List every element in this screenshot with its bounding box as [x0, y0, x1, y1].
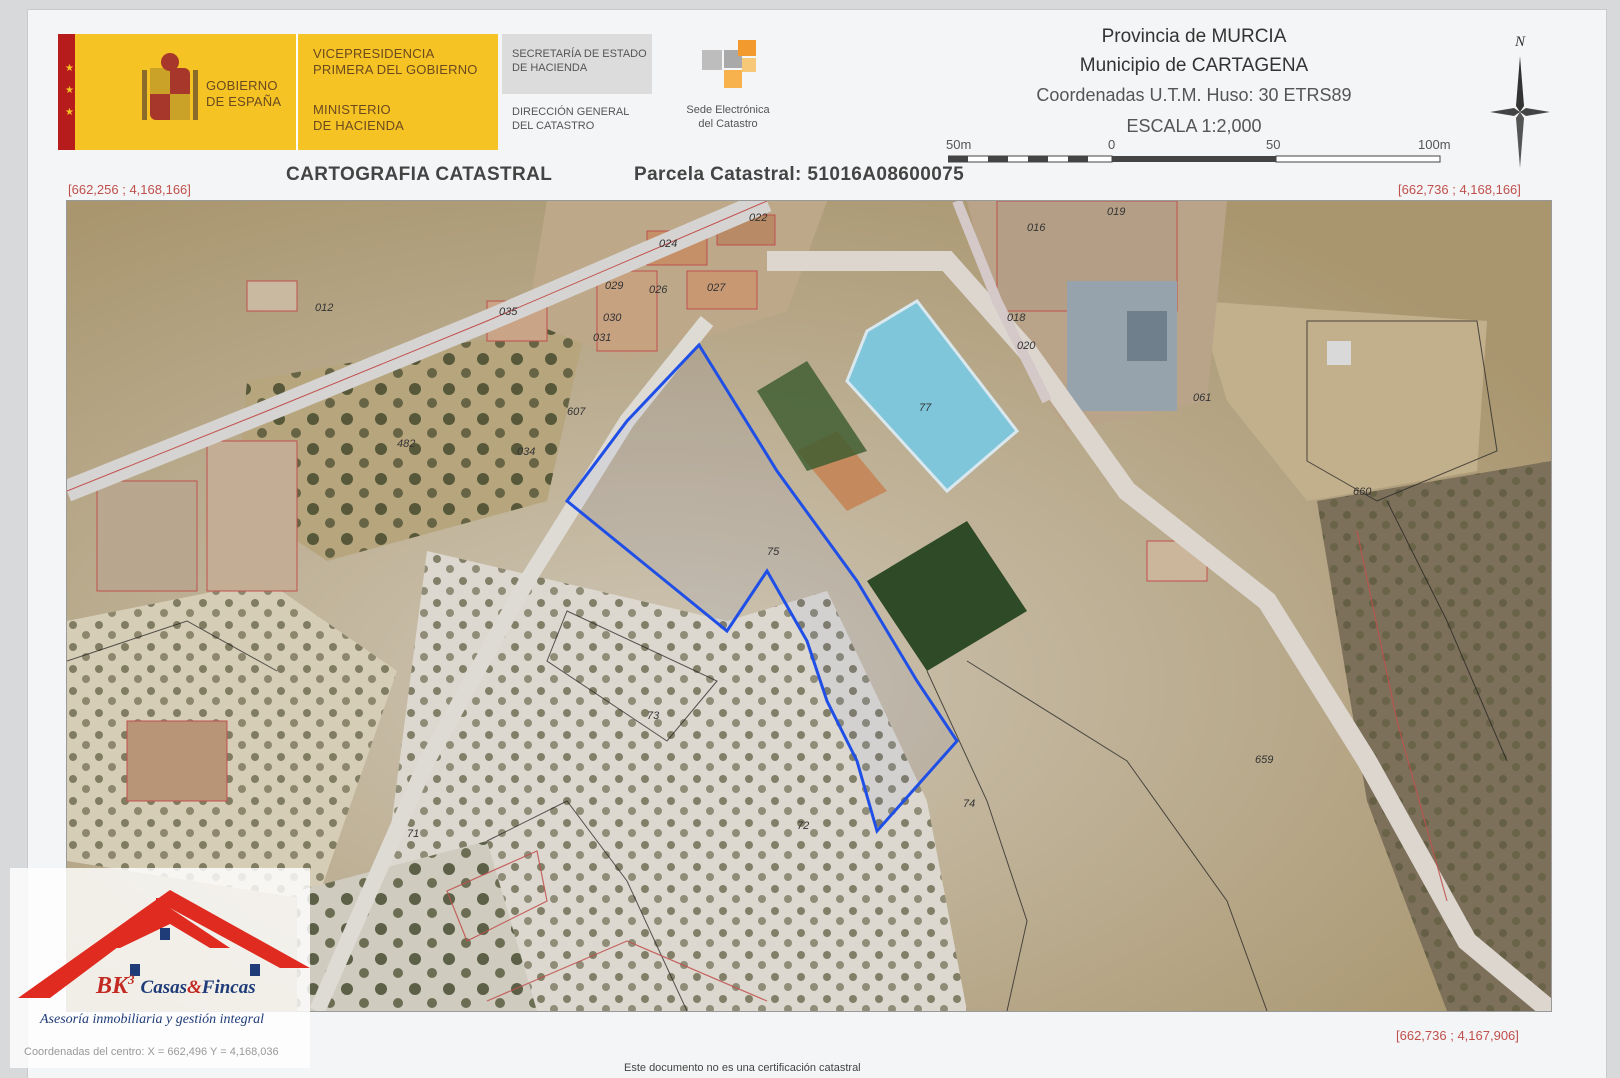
- svg-text:72: 72: [797, 820, 809, 832]
- logo-amp: &: [186, 977, 202, 998]
- coord-top-right: [662,736 ; 4,168,166]: [1398, 182, 1521, 197]
- svg-text:061: 061: [1193, 392, 1211, 404]
- vice-line1: VICEPRESIDENCIA: [313, 46, 435, 61]
- svg-text:027: 027: [707, 282, 726, 294]
- svg-text:77: 77: [919, 402, 932, 414]
- svg-text:018: 018: [1007, 312, 1026, 324]
- logo-brand: BK: [96, 973, 129, 999]
- center-coords: Coordenadas del centro: X = 662,496 Y = …: [24, 1046, 279, 1058]
- logo-tagline: Asesoría inmobiliaria y gestión integral: [40, 1012, 264, 1027]
- disclaimer-text: Este documento no es una certificación c…: [624, 1062, 861, 1074]
- province-title: Provincia de MURCIA: [1101, 26, 1287, 47]
- sec-line1: SECRETARÍA DE ESTADO: [512, 48, 647, 60]
- svg-text:022: 022: [749, 212, 767, 224]
- north-label: N: [1515, 34, 1526, 50]
- dir-line1: DIRECCIÓN GENERAL: [512, 106, 630, 118]
- min-line1: MINISTERIO: [313, 102, 391, 117]
- agency-logo: BK3 Casas&Fincas Asesoría inmobiliaria y…: [10, 868, 310, 1068]
- svg-text:016: 016: [1027, 222, 1046, 234]
- logo-brand3: Fincas: [201, 977, 256, 998]
- logo-brand2: Casas: [140, 977, 187, 998]
- scale-label-50: 50: [1266, 137, 1281, 152]
- svg-text:71: 71: [407, 828, 419, 840]
- scale-label-100m: 100m: [1418, 137, 1451, 152]
- svg-text:659: 659: [1255, 754, 1273, 766]
- municipality-title: Municipio de CARTAGENA: [1079, 55, 1309, 76]
- coat-of-arms-icon: [142, 53, 198, 120]
- parcel-label: 024: [659, 238, 677, 250]
- sec-line2: DE HACIENDA: [512, 62, 588, 74]
- sede-line2: del Catastro: [698, 118, 758, 130]
- svg-text:660: 660: [1353, 486, 1372, 498]
- scale-label-0: 0: [1108, 137, 1116, 152]
- svg-text:029: 029: [605, 280, 623, 292]
- government-header: ★ ★ ★ GOBIERNO DE ESPAÑA VICEPRESIDENCIA P…: [58, 34, 498, 150]
- svg-text:74: 74: [963, 798, 975, 810]
- gob-line2: DE ESPAÑA: [206, 94, 282, 109]
- svg-text:026: 026: [649, 284, 668, 296]
- svg-text:73: 73: [647, 710, 660, 722]
- scale-label-50m: 50m: [946, 137, 972, 152]
- coord-bottom-right: [662,736 ; 4,167,906]: [1396, 1028, 1519, 1043]
- north-arrow-icon: [1490, 56, 1550, 168]
- svg-text:607: 607: [567, 406, 586, 418]
- catastro-logo-icon: [702, 40, 756, 88]
- cartografia-heading: CARTOGRAFIA CATASTRAL: [286, 164, 553, 185]
- scale-bar: [948, 155, 1441, 163]
- svg-text:030: 030: [603, 312, 622, 324]
- svg-text:012: 012: [315, 302, 333, 314]
- logo-sup: 3: [128, 972, 135, 987]
- svg-text:031: 031: [593, 332, 611, 344]
- svg-text:75: 75: [767, 546, 780, 558]
- svg-text:035: 035: [499, 306, 518, 318]
- dir-line2: DEL CATASTRO: [512, 120, 595, 132]
- spanish-flag-icon: ★ ★ ★: [58, 34, 100, 150]
- svg-text:019: 019: [1107, 206, 1125, 218]
- svg-text:020: 020: [1017, 340, 1036, 352]
- min-line2: DE HACIENDA: [313, 118, 405, 133]
- svg-text:034: 034: [517, 446, 535, 458]
- coord-top-left: [662,256 ; 4,168,166]: [68, 182, 191, 197]
- vice-line2: PRIMERA DEL GOBIERNO: [313, 62, 478, 77]
- parcel-heading: Parcela Catastral: 51016A08600075: [634, 164, 965, 185]
- utm-coords: Coordenadas U.T.M. Huso: 30 ETRS89: [1036, 85, 1352, 105]
- map-scale: ESCALA 1:2,000: [1126, 116, 1262, 136]
- sede-line1: Sede Electrónica: [686, 104, 770, 116]
- svg-text:482: 482: [397, 438, 415, 450]
- gob-line1: GOBIERNO: [206, 78, 278, 93]
